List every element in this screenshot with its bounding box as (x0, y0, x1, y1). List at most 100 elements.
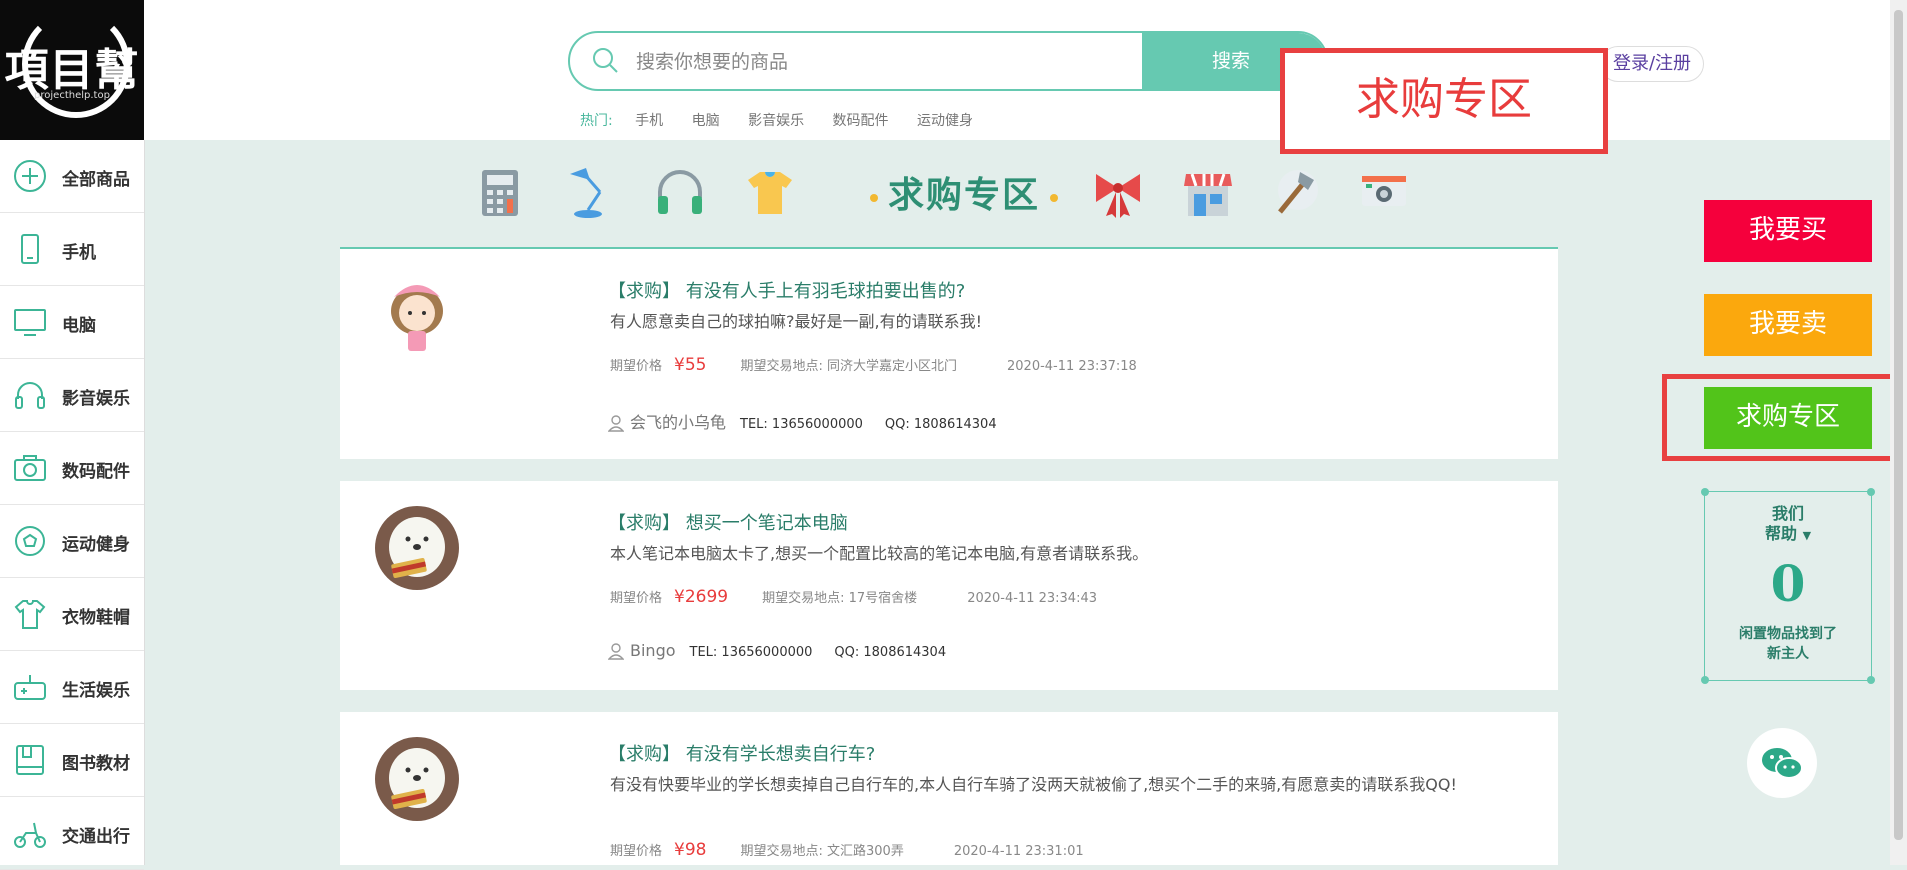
sidebar-item-label: 运动健身 (62, 535, 130, 555)
annotation-box-top: 求购专区 (1280, 48, 1608, 154)
help-line3: 闲置物品找到了 (1739, 626, 1837, 642)
sidebar-item-phone[interactable]: 手机 (0, 213, 144, 286)
help-line1: 我们 (1771, 504, 1804, 523)
hot-links: 热门: 手机 电脑 影音娱乐 数码配件 运动健身 (580, 110, 997, 130)
post-description: 有没有快要毕业的学长想卖掉自己自行车的,本人自行车骑了没两天就被偷了,想买个二手… (610, 775, 1457, 794)
place-label: 期望交易地点: (762, 591, 845, 606)
category-icon-bar: 求购专区 (340, 150, 1558, 248)
post-title[interactable]: 【求购】 想买一个笔记本电脑 (608, 509, 848, 535)
post-tag: 【求购】 (608, 513, 680, 534)
login-register-link[interactable]: 登录/注册 (1600, 46, 1704, 82)
search-icon (593, 48, 618, 73)
sidebar-item-sports[interactable]: 运动健身 (0, 505, 144, 578)
help-stats-box: 我们 帮助 ▼ 0 闲置物品找到了 新主人 (1701, 488, 1875, 684)
sell-button[interactable]: 我要卖 (1704, 294, 1872, 356)
category-bar-title: 求购专区 (860, 166, 1068, 218)
post-title[interactable]: 【求购】 有没有学长想卖自行车? (608, 740, 875, 766)
post-time: 2020-4-11 23:31:01 (953, 844, 1084, 859)
post-meta: 期望价格 ¥2699 期望交易地点: 17号宿舍楼 2020-4-11 23:34:4… (610, 587, 1097, 607)
hot-link-phone[interactable]: 手机 (635, 113, 663, 129)
post-user: 会飞的小乌龟 TEL: 13656000000 QQ: 1808614304 (608, 409, 997, 433)
hot-link-media[interactable]: 影音娱乐 (748, 113, 804, 129)
hot-link-computer[interactable]: 电脑 (692, 113, 720, 129)
corner-dot (1867, 676, 1875, 684)
post-tag: 【求购】 (608, 281, 680, 302)
sidebar-item-label: 图书教材 (62, 754, 130, 774)
corner-dot (1701, 488, 1709, 496)
sidebar-item-label: 衣物鞋帽 (62, 608, 130, 628)
wechat-button[interactable] (1747, 728, 1817, 798)
price-value: ¥2699 (674, 587, 729, 607)
page-scrollbar[interactable] (1890, 0, 1907, 865)
corner-dot (1701, 676, 1709, 684)
sidebar-item-life[interactable]: 生活娱乐 (0, 651, 144, 724)
site-logo[interactable]: 項目幫 projecthelp.top (0, 0, 144, 140)
post-title-text: 想买一个笔记本电脑 (685, 513, 848, 534)
buy-button[interactable]: 我要买 (1704, 200, 1872, 262)
title-dot-left (870, 194, 878, 202)
camera-icon (14, 455, 46, 481)
post-title[interactable]: 【求购】 有没有人手上有羽毛球拍要出售的? (608, 277, 965, 303)
help-line2: 帮助 (1764, 524, 1797, 543)
sidebar-item-label: 交通出行 (62, 827, 130, 847)
sidebar-item-books[interactable]: 图书教材 (0, 724, 144, 797)
post-meta: 期望价格 ¥98 期望交易地点: 文汇路300弄 2020-4-11 23:31:01 (610, 840, 1084, 860)
post-card[interactable]: 【求购】 有没有学长想卖自行车? 有没有快要毕业的学长想卖掉自己自行车的,本人自… (340, 712, 1558, 865)
camera-icon[interactable] (1354, 162, 1414, 222)
post-tag: 【求购】 (608, 744, 680, 765)
category-sidebar: 全部商品 手机 电脑 影音娱乐 数码配件 运动健身 衣物鞋帽 生活娱乐 图书教材… (0, 140, 145, 870)
post-time: 2020-4-11 23:34:43 (967, 591, 1097, 606)
user-icon (608, 643, 624, 660)
headphones-icon (15, 382, 45, 409)
sidebar-item-media[interactable]: 影音娱乐 (0, 359, 144, 432)
annotation-box-right (1662, 374, 1904, 461)
user-tel: TEL: 13656000000 (740, 417, 863, 432)
user-qq: QQ: 1808614304 (884, 417, 997, 432)
price-value: ¥55 (674, 355, 707, 375)
scrollbar-thumb[interactable] (1894, 10, 1903, 840)
help-count: 0 (1770, 554, 1806, 613)
sidebar-item-label: 全部商品 (62, 170, 130, 190)
phone-icon (21, 234, 39, 264)
calculator-icon[interactable] (470, 162, 530, 222)
sidebar-item-digital[interactable]: 数码配件 (0, 432, 144, 505)
place-value: 文汇路300弄 (827, 844, 904, 859)
help-line4: 新主人 (1767, 646, 1809, 662)
post-card[interactable]: 【求购】 有没有人手上有羽毛球拍要出售的? 有人愿意卖自己的球拍嘛?最好是一副,… (340, 249, 1558, 459)
sidebar-item-label: 生活娱乐 (62, 681, 130, 701)
corner-dot (1867, 488, 1875, 496)
hot-link-sports[interactable]: 运动健身 (917, 113, 973, 129)
help-heading: 我们 帮助 ▼ (1705, 504, 1871, 546)
hot-link-digital[interactable]: 数码配件 (833, 113, 889, 129)
post-card[interactable]: 【求购】 想买一个笔记本电脑 本人笔记本电脑太卡了,想买一个配置比较高的笔记本电… (340, 481, 1558, 690)
headphones-icon[interactable] (650, 162, 710, 222)
shop-icon[interactable] (1178, 162, 1238, 222)
post-description: 有人愿意卖自己的球拍嘛?最好是一副,有的请联系我! (610, 312, 982, 331)
sidebar-item-transport[interactable]: 交通出行 (0, 797, 144, 870)
category-bar-title-text: 求购专区 (888, 174, 1041, 216)
girl-avatar-icon (375, 274, 459, 358)
price-label: 期望价格 (610, 359, 663, 374)
tshirt-icon[interactable] (740, 162, 800, 222)
user-tel: TEL: 13656000000 (689, 645, 813, 660)
post-description: 本人笔记本电脑太卡了,想买一个配置比较高的笔记本电脑,有意者请联系我。 (610, 544, 1149, 563)
tools-icon[interactable] (1266, 162, 1326, 222)
monitor-icon (14, 309, 46, 336)
hot-label: 热门: (580, 113, 613, 129)
desk-lamp-icon[interactable] (558, 162, 618, 222)
search-input[interactable] (634, 41, 1098, 83)
post-user: Bingo TEL: 13656000000 QQ: 1808614304 (608, 641, 946, 660)
sidebar-item-clothing[interactable]: 衣物鞋帽 (0, 578, 144, 651)
bear-avatar-icon (375, 737, 459, 821)
post-time: 2020-4-11 23:37:18 (1007, 359, 1137, 374)
sidebar-item-all[interactable]: 全部商品 (0, 140, 144, 213)
bear-avatar-icon (375, 506, 459, 590)
bow-icon[interactable] (1088, 162, 1148, 222)
price-value: ¥98 (674, 840, 707, 860)
post-title-text: 有没有学长想卖自行车? (685, 744, 876, 765)
help-caption: 闲置物品找到了 新主人 (1705, 624, 1871, 664)
sidebar-item-computer[interactable]: 电脑 (0, 286, 144, 359)
place-label: 期望交易地点: (740, 844, 823, 859)
user-name: 会飞的小乌龟 (630, 413, 727, 432)
sidebar-item-label: 影音娱乐 (62, 389, 130, 409)
